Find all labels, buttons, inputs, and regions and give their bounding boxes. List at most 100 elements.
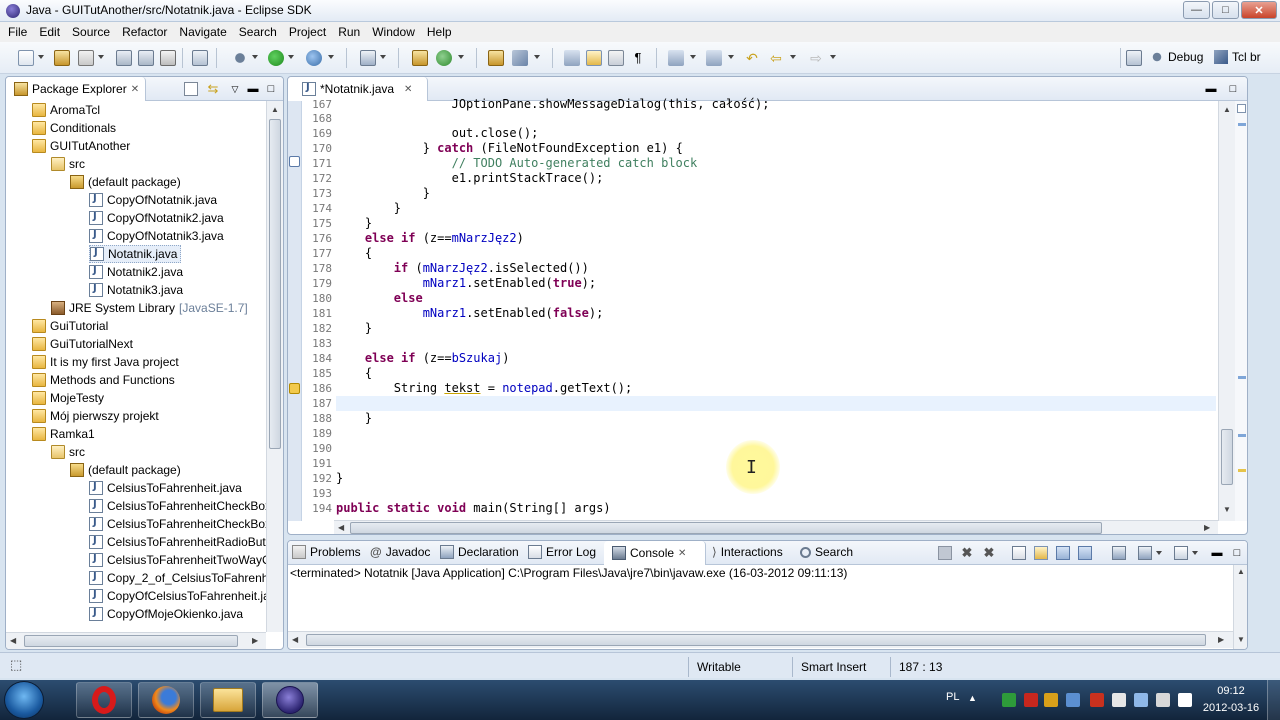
tray-expand-icon[interactable]: ▲ xyxy=(968,693,977,703)
scroll-thumb[interactable] xyxy=(269,119,281,449)
tree-item[interactable]: CelsiusToFahrenheitTwoWayC xyxy=(89,551,271,569)
save-icon[interactable] xyxy=(116,50,132,66)
open-dropdown-icon[interactable] xyxy=(98,55,104,59)
minimize-button[interactable]: — xyxy=(1183,1,1210,19)
overview-marker[interactable] xyxy=(1238,123,1246,126)
overview-ruler[interactable] xyxy=(1235,101,1247,521)
run-dropdown-icon[interactable] xyxy=(288,55,294,59)
package-explorer-vertical-scrollbar[interactable]: ▲ xyxy=(266,101,283,632)
debug-perspective-button[interactable]: Debug xyxy=(1150,50,1203,64)
new-class-dropdown-icon[interactable] xyxy=(458,55,464,59)
debug-icon[interactable] xyxy=(232,50,248,66)
tree-item[interactable]: JRE System Library [JavaSE-1.7] xyxy=(51,299,248,317)
scroll-right-icon[interactable]: ▶ xyxy=(1204,523,1210,532)
print-icon[interactable] xyxy=(160,50,176,66)
previous-annotation-icon[interactable] xyxy=(706,50,722,66)
start-button-icon[interactable] xyxy=(4,681,44,719)
open-type-folder-icon[interactable] xyxy=(488,50,504,66)
menu-run[interactable]: Run xyxy=(332,25,366,39)
tree-item[interactable]: AromaTcl xyxy=(32,101,100,119)
new-package-icon[interactable] xyxy=(412,50,428,66)
close-tab-icon[interactable]: ✕ xyxy=(131,84,139,95)
menu-file[interactable]: File xyxy=(2,25,33,39)
editor-vertical-scrollbar[interactable]: ▲ ▼ xyxy=(1218,101,1235,521)
scroll-right-icon[interactable]: ▶ xyxy=(252,636,258,645)
next-annotation-icon[interactable] xyxy=(668,50,684,66)
back-dropdown-icon[interactable] xyxy=(790,55,796,59)
scroll-down-icon[interactable]: ▼ xyxy=(1223,505,1231,514)
show-whitespace-icon[interactable]: ¶ xyxy=(630,50,646,66)
link-with-editor-icon[interactable]: ⇆ xyxy=(206,82,220,96)
open-folder-icon[interactable] xyxy=(54,50,70,66)
terminate-icon[interactable] xyxy=(938,546,952,560)
tree-item[interactable]: It is my first Java project xyxy=(32,353,179,371)
show-on-output-icon[interactable] xyxy=(1056,546,1070,560)
tree-item[interactable]: CelsiusToFahrenheitRadioBut xyxy=(89,533,266,551)
menu-refactor[interactable]: Refactor xyxy=(116,25,173,39)
minimize-view-icon[interactable]: ▬ xyxy=(246,82,260,96)
scroll-down-icon[interactable]: ▼ xyxy=(1237,635,1245,644)
tree-item[interactable]: Notatnik2.java xyxy=(89,263,183,281)
external-tools-dropdown-icon[interactable] xyxy=(328,55,334,59)
tray-app-icon[interactable] xyxy=(1002,693,1016,707)
tree-item[interactable]: CelsiusToFahrenheitCheckBox xyxy=(89,515,271,533)
open-type-icon[interactable] xyxy=(78,50,94,66)
forward-icon[interactable]: ⇨ xyxy=(808,50,824,66)
scroll-thumb[interactable] xyxy=(306,634,1206,646)
pin-console-icon[interactable] xyxy=(1112,546,1126,560)
view-menu-icon[interactable]: ▽ xyxy=(228,82,242,96)
tree-item[interactable]: CopyOfNotatnik.java xyxy=(89,191,217,209)
editor-horizontal-scrollbar[interactable]: ◀ ▶ xyxy=(334,520,1218,534)
console-vertical-scrollbar[interactable]: ▲ ▼ xyxy=(1233,565,1247,649)
tab-problems[interactable]: Problems xyxy=(292,545,361,559)
show-desktop-button[interactable] xyxy=(1267,680,1280,720)
save-all-icon[interactable] xyxy=(138,50,154,66)
tree-item[interactable]: src xyxy=(51,155,85,173)
remove-launch-icon[interactable]: ✖ xyxy=(960,546,974,560)
tree-item[interactable]: GUITutAnother xyxy=(32,137,130,155)
tab-console[interactable]: Console ✕ xyxy=(604,541,706,565)
network-icon[interactable] xyxy=(1134,693,1148,707)
tab-error-log[interactable]: Error Log xyxy=(528,545,596,559)
tray-app-icon[interactable] xyxy=(1090,693,1104,707)
menu-help[interactable]: Help xyxy=(421,25,458,39)
tree-item[interactable]: Ramka1 xyxy=(32,425,95,443)
maximize-view-icon[interactable]: □ xyxy=(1230,546,1244,560)
scroll-up-icon[interactable]: ▲ xyxy=(1223,105,1231,114)
menu-window[interactable]: Window xyxy=(366,25,421,39)
tree-item[interactable]: Mój pierwszy projekt xyxy=(32,407,159,425)
taskbar-explorer[interactable] xyxy=(200,682,256,718)
maximize-editor-icon[interactable]: □ xyxy=(1226,82,1240,96)
scroll-lock-icon[interactable] xyxy=(1034,546,1048,560)
console-horizontal-scrollbar[interactable]: ◀ ▶ xyxy=(288,631,1233,648)
back-icon[interactable]: ⇦ xyxy=(768,50,784,66)
search-tool-icon[interactable] xyxy=(512,50,528,66)
close-button[interactable]: ✕ xyxy=(1241,1,1277,19)
tree-item[interactable]: (default package) xyxy=(70,461,181,479)
open-perspective-icon[interactable] xyxy=(192,50,208,66)
volume-icon[interactable] xyxy=(1156,693,1170,707)
battery-icon[interactable] xyxy=(1178,693,1192,707)
minimize-view-icon[interactable]: ▬ xyxy=(1210,546,1224,560)
menu-navigate[interactable]: Navigate xyxy=(173,25,232,39)
scroll-thumb[interactable] xyxy=(24,635,238,647)
tree-item[interactable]: CopyOfMojeOkienko.java xyxy=(89,605,243,623)
tree-item[interactable]: MojeTesty xyxy=(32,389,104,407)
block-selection-icon[interactable] xyxy=(608,50,624,66)
flag-icon[interactable] xyxy=(1112,693,1126,707)
fast-view-icon[interactable]: ⬚ xyxy=(10,657,22,673)
scroll-thumb[interactable] xyxy=(350,522,1102,534)
clock-date[interactable]: 2012-03-16 xyxy=(1195,702,1267,714)
maximize-view-icon[interactable]: □ xyxy=(264,82,278,96)
tree-item[interactable]: GuiTutorialNext xyxy=(32,335,133,353)
menu-source[interactable]: Source xyxy=(66,25,116,39)
overview-marker[interactable] xyxy=(1238,469,1246,472)
tree-item[interactable]: Copy_2_of_CelsiusToFahrenhe xyxy=(89,569,275,587)
scroll-right-icon[interactable]: ▶ xyxy=(1218,635,1224,644)
menu-edit[interactable]: Edit xyxy=(33,25,66,39)
tree-item[interactable]: src xyxy=(51,443,85,461)
tree-item[interactable]: CopyOfNotatnik3.java xyxy=(89,227,224,245)
menu-project[interactable]: Project xyxy=(283,25,332,39)
scroll-up-icon[interactable]: ▲ xyxy=(1237,567,1245,576)
next-annotation-dropdown-icon[interactable] xyxy=(690,55,696,59)
